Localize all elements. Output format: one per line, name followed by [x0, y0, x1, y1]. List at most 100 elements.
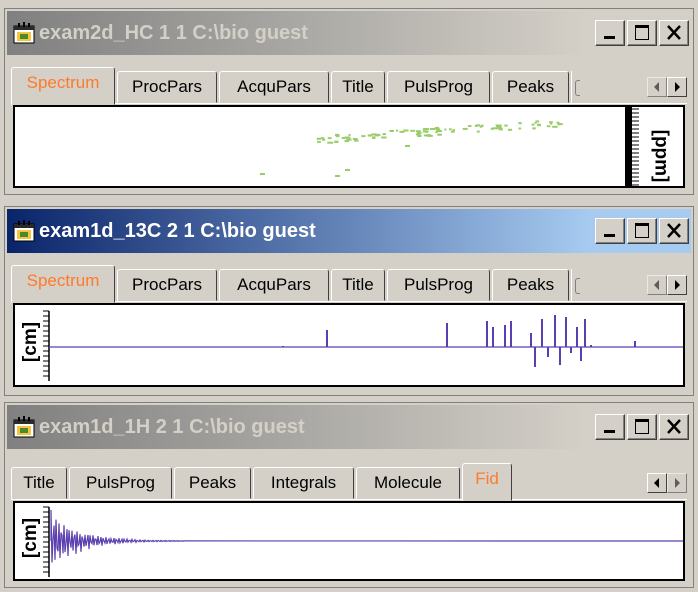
- spectrum-trace: [15, 305, 683, 385]
- axis-ruler: [625, 107, 632, 186]
- scroll-left-button[interactable]: [647, 275, 667, 295]
- scroll-left-icon: [654, 280, 659, 290]
- close-icon: [667, 223, 681, 238]
- tab-pulsprog[interactable]: PulsProg: [69, 467, 172, 499]
- maximize-icon: [635, 223, 649, 238]
- contour-peak: [504, 124, 508, 127]
- spectrum-plot-13c[interactable]: [cm]: [13, 303, 685, 387]
- scroll-right-button[interactable]: [667, 77, 687, 97]
- minimize-icon: [604, 234, 615, 237]
- window-exam1d-1h[interactable]: exam1d_1H 2 1 C:\bio guest Title PulsPro…: [4, 402, 694, 588]
- contour-peak: [518, 122, 522, 125]
- minimize-button[interactable]: [595, 20, 625, 46]
- contour-peak: [334, 141, 338, 143]
- contour-peak: [317, 140, 321, 143]
- contour-peak: [335, 175, 340, 177]
- maximize-button[interactable]: [627, 20, 657, 46]
- contour-peak: [369, 134, 372, 137]
- contour-peak: [474, 124, 478, 127]
- contour-peak: [371, 133, 377, 136]
- contour-peak: [451, 130, 455, 133]
- contour-peak: [344, 136, 351, 139]
- tab-procpars[interactable]: ProcPars: [117, 71, 217, 103]
- contour-peak: [327, 141, 334, 144]
- contour-peak: [507, 128, 513, 131]
- tab-acqupars[interactable]: AcquPars: [219, 269, 329, 301]
- close-button[interactable]: [659, 20, 689, 46]
- contour-peak: [476, 130, 480, 133]
- scroll-right-button[interactable]: [667, 473, 687, 493]
- tab-overflow: [571, 269, 581, 301]
- title-bar[interactable]: exam2d_HC 1 1 C:\bio guest: [7, 11, 691, 55]
- contour-peak: [389, 130, 394, 132]
- contour-peak: [354, 139, 359, 142]
- contour-peak: [405, 145, 410, 147]
- contour-peak: [348, 134, 351, 136]
- spectrum-plot-2d[interactable]: [ppm]: [13, 105, 685, 188]
- tab-procpars[interactable]: ProcPars: [117, 269, 217, 301]
- tab-spectrum[interactable]: Spectrum: [11, 265, 115, 303]
- tab-title[interactable]: Title: [11, 467, 67, 499]
- contour-peak: [546, 125, 551, 128]
- y-axis-unit: [ppm]: [650, 129, 672, 183]
- minimize-button[interactable]: [595, 414, 625, 440]
- contour-peak: [410, 129, 415, 132]
- tab-pulsprog[interactable]: PulsProg: [387, 269, 490, 301]
- contour-peak: [260, 173, 265, 175]
- tab-molecule[interactable]: Molecule: [356, 467, 460, 499]
- close-icon: [667, 419, 681, 434]
- contour-peak: [492, 127, 499, 130]
- contour-peak: [449, 128, 452, 131]
- y-axis-unit: [cm]: [20, 321, 42, 363]
- contour-peak: [346, 138, 352, 141]
- contour-peak: [423, 134, 429, 137]
- maximize-button[interactable]: [627, 218, 657, 244]
- contour-peak: [480, 124, 484, 127]
- window-title: exam1d_13C 2 1 C:\bio guest: [39, 219, 316, 242]
- minimize-icon: [604, 430, 615, 433]
- contour-peak: [381, 136, 387, 139]
- maximize-button[interactable]: [627, 414, 657, 440]
- tab-pulsprog[interactable]: PulsProg: [387, 71, 490, 103]
- window-title: exam2d_HC 1 1 C:\bio guest: [39, 21, 308, 44]
- contour-peak: [550, 122, 553, 125]
- minimize-icon: [604, 36, 615, 39]
- contour-peak: [435, 128, 441, 131]
- contour-peak: [535, 120, 540, 123]
- contour-peak: [531, 123, 535, 126]
- fid-plot-1h[interactable]: [cm]: [13, 501, 685, 581]
- contour-peak: [467, 125, 472, 127]
- title-bar[interactable]: exam1d_1H 2 1 C:\bio guest: [7, 405, 691, 449]
- contour-peak: [316, 137, 321, 140]
- tab-peaks[interactable]: Peaks: [492, 71, 569, 103]
- tab-spectrum[interactable]: Spectrum: [11, 67, 115, 105]
- tab-integrals[interactable]: Integrals: [253, 467, 354, 499]
- tab-title[interactable]: Title: [331, 269, 385, 301]
- scroll-right-button[interactable]: [667, 275, 687, 295]
- contour-peak: [422, 130, 427, 133]
- tab-peaks[interactable]: Peaks: [174, 467, 251, 499]
- app-window-icon: [13, 22, 35, 44]
- contour-peak: [361, 135, 366, 138]
- window-exam1d-13c[interactable]: exam1d_13C 2 1 C:\bio guest Spectrum Pro…: [4, 206, 694, 396]
- tab-strip: Title PulsProg Peaks Integrals Molecule …: [11, 461, 687, 501]
- tab-peaks[interactable]: Peaks: [492, 269, 569, 301]
- tab-title[interactable]: Title: [331, 71, 385, 103]
- scroll-left-icon: [654, 478, 659, 488]
- close-button[interactable]: [659, 414, 689, 440]
- scroll-right-icon: [675, 280, 680, 290]
- contour-peak: [372, 136, 376, 139]
- window-title: exam1d_1H 2 1 C:\bio guest: [39, 415, 305, 438]
- contour-peak: [417, 135, 422, 137]
- minimize-button[interactable]: [595, 218, 625, 244]
- scroll-left-button[interactable]: [647, 473, 667, 493]
- title-bar[interactable]: exam1d_13C 2 1 C:\bio guest: [7, 209, 691, 253]
- fid-signal: [50, 509, 683, 563]
- scroll-right-icon: [675, 82, 680, 92]
- tab-fid[interactable]: Fid: [462, 463, 512, 501]
- close-button[interactable]: [659, 218, 689, 244]
- window-exam2d-hc[interactable]: exam2d_HC 1 1 C:\bio guest Spectrum Proc…: [4, 8, 694, 195]
- tab-acqupars[interactable]: AcquPars: [219, 71, 329, 103]
- contour-plot: [260, 107, 639, 186]
- scroll-left-button[interactable]: [647, 77, 667, 97]
